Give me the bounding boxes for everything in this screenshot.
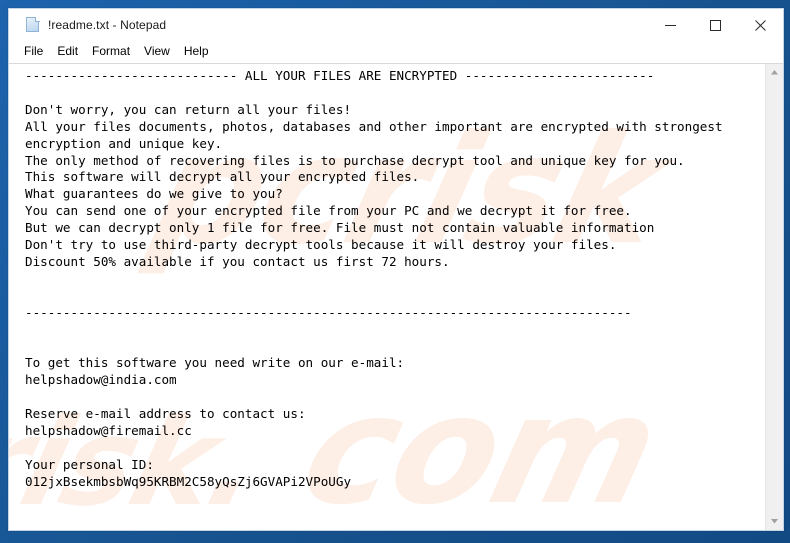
notepad-document-icon xyxy=(25,17,41,33)
notepad-window: !readme.txt - Notepad File Edit Format V… xyxy=(8,8,784,531)
scroll-down-arrow-icon[interactable] xyxy=(766,513,783,530)
scrollbar-track[interactable] xyxy=(766,81,783,513)
title-bar-left-group: !readme.txt - Notepad xyxy=(9,17,648,33)
editor-area: pcrisk risk. com -----------------------… xyxy=(9,63,783,530)
maximize-button[interactable] xyxy=(693,9,738,41)
menu-item-help[interactable]: Help xyxy=(177,43,216,60)
menu-item-format[interactable]: Format xyxy=(85,43,137,60)
ransom-note-text[interactable]: ---------------------------- ALL YOUR FI… xyxy=(9,64,765,530)
minimize-button[interactable] xyxy=(648,9,693,41)
menu-bar: File Edit Format View Help xyxy=(9,41,783,63)
menu-item-edit[interactable]: Edit xyxy=(50,43,85,60)
title-bar[interactable]: !readme.txt - Notepad xyxy=(9,9,783,41)
close-button[interactable] xyxy=(738,9,783,41)
desktop-background: !readme.txt - Notepad File Edit Format V… xyxy=(0,0,790,543)
menu-item-view[interactable]: View xyxy=(137,43,177,60)
scroll-up-arrow-icon[interactable] xyxy=(766,64,783,81)
vertical-scrollbar[interactable] xyxy=(765,64,783,530)
window-controls xyxy=(648,9,783,41)
window-title: !readme.txt - Notepad xyxy=(48,18,167,32)
menu-item-file[interactable]: File xyxy=(17,43,50,60)
